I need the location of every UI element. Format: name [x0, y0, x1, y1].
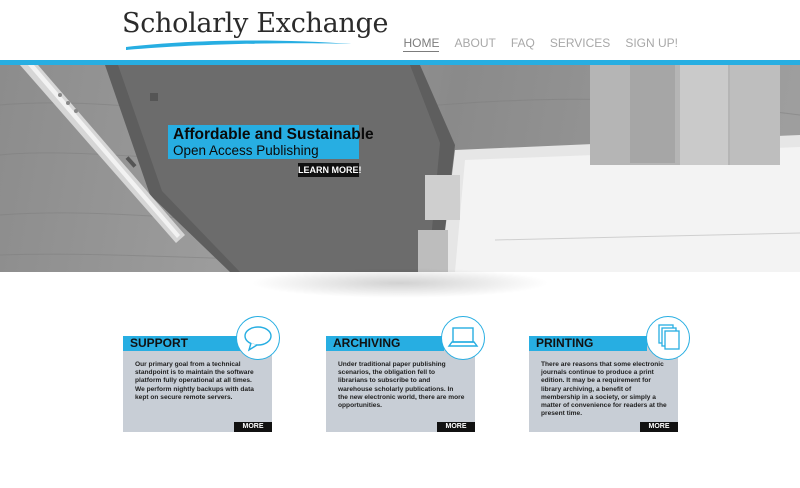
hero-promo-box: Affordable and Sustainable Open Access P…: [168, 125, 374, 159]
nav-faq[interactable]: FAQ: [511, 36, 535, 52]
logo-swoosh: [126, 40, 352, 50]
nav-services[interactable]: SERVICES: [550, 36, 610, 52]
support-card-text: Our primary goal from a technical standp…: [135, 361, 254, 401]
nav-about[interactable]: ABOUT: [454, 36, 495, 52]
hero-shadow: [250, 268, 550, 298]
archiving-card-title: ARCHIVING: [333, 336, 401, 350]
archiving-card-header: ARCHIVING: [326, 336, 444, 351]
archiving-card-text: Under traditional paper publishing scena…: [338, 361, 465, 410]
support-more-button[interactable]: MORE: [234, 422, 272, 432]
documents-icon: [646, 316, 690, 360]
printing-more-button[interactable]: MORE: [640, 422, 678, 432]
archiving-more-button[interactable]: MORE: [437, 422, 475, 432]
learn-more-button[interactable]: LEARN MORE!: [298, 163, 362, 177]
hero-subtitle: Open Access Publishing: [173, 143, 319, 158]
site-header: Scholarly Exchange HOME ABOUT FAQ SERVIC…: [0, 0, 800, 60]
nav-home[interactable]: HOME: [403, 36, 440, 52]
site-logo[interactable]: Scholarly Exchange: [122, 8, 388, 54]
printing-card-header: PRINTING: [529, 336, 647, 351]
laptop-icon: [441, 316, 485, 360]
speech-bubble-icon: [236, 316, 280, 360]
hero-background-image: [0, 65, 800, 272]
hero-title: Affordable and Sustainable: [173, 126, 374, 143]
hero-promo: Affordable and Sustainable Open Access P…: [168, 125, 374, 177]
hero-banner: Affordable and Sustainable Open Access P…: [0, 65, 800, 272]
logo-text: Scholarly Exchange: [122, 8, 389, 39]
nav-sign-up[interactable]: SIGN UP!: [625, 36, 678, 52]
printing-card-text: There are reasons that some electronic j…: [541, 361, 667, 418]
support-card-header: SUPPORT: [123, 336, 241, 351]
main-nav: HOME ABOUT FAQ SERVICES SIGN UP!: [388, 36, 678, 52]
printing-card-title: PRINTING: [536, 336, 594, 350]
support-card-title: SUPPORT: [130, 336, 189, 350]
